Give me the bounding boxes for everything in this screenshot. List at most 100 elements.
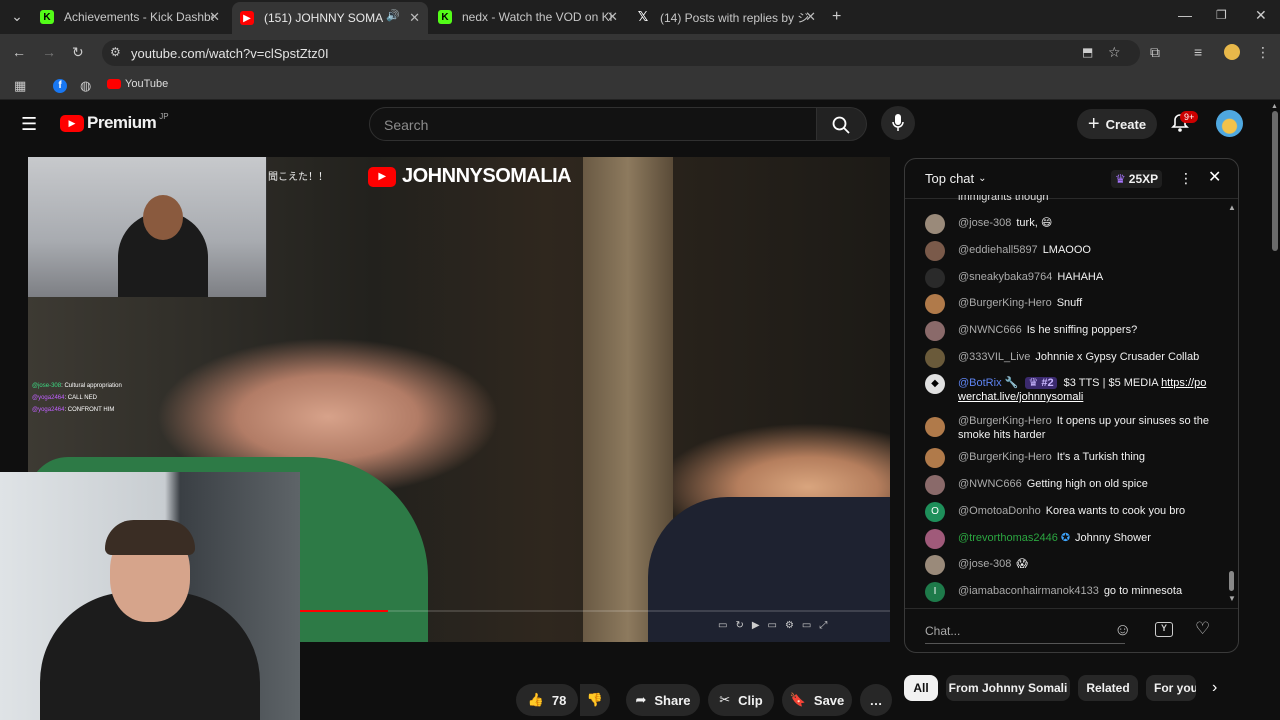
clip-button[interactable]: ✂ Clip [708,684,774,716]
microphone-icon [892,114,904,131]
search-button[interactable] [817,107,867,141]
close-chat-icon[interactable]: ✕ [1208,170,1221,186]
forward-icon[interactable]: → [42,45,56,59]
maximize-icon[interactable]: ❐ [1216,9,1227,21]
user-avatar[interactable] [925,448,945,468]
profile-avatar[interactable] [1224,44,1240,60]
minimize-icon[interactable]: — [1178,8,1192,22]
chat-mode-label: Top chat [925,171,975,186]
chip-related[interactable]: Related [1078,675,1138,701]
user-avatar[interactable]: I [925,582,945,602]
address-bar[interactable]: ⚙ youtube.com/watch?v=clSpstZtz0I ⬒ ☆ [102,40,1140,66]
window-close-icon[interactable]: ✕ [1255,8,1267,22]
tab-x-posts[interactable]: 𝕏 (14) Posts with replies by ジョニー ✕ [628,4,824,30]
youtube-play-icon: ▶ [60,114,84,132]
voice-search-button[interactable] [881,106,915,140]
site-info-icon[interactable]: ⚙ [110,46,121,58]
notifications-button[interactable]: 9+ [1170,111,1199,135]
browser-menu-icon[interactable]: ⋮ [1256,45,1270,59]
emoji-icon[interactable]: ☺ [1114,621,1131,638]
xp-badge[interactable]: ♛ 25XP [1111,170,1163,188]
user-avatar[interactable] [925,417,945,437]
user-avatar[interactable] [925,555,945,575]
create-button[interactable]: + Create [1077,109,1157,139]
scroll-down-icon[interactable]: ▼ [1228,594,1236,603]
x-icon: 𝕏 [637,9,649,24]
youtube-logo[interactable]: ▶ Premium JP [60,112,169,133]
create-label: Create [1105,116,1147,132]
user-avatar[interactable] [925,321,945,341]
account-avatar[interactable] [1216,110,1243,137]
user-avatar[interactable]: O [925,502,945,522]
player-controls[interactable]: ▭↻▶▭⚙▭⤢ [718,620,835,631]
kick-icon: K [40,10,54,24]
thumbs-up-icon: 👍 [527,692,544,707]
streamer-webcam [28,157,267,297]
more-actions-button[interactable]: … [860,684,892,716]
xp-label: 25XP [1128,172,1159,186]
page-scroll-thumb[interactable] [1272,111,1278,251]
member-badge-icon: ✪ [1060,532,1071,544]
back-icon[interactable]: ← [12,45,26,59]
install-icon[interactable]: ⬒ [1082,46,1093,58]
user-avatar[interactable] [925,348,945,368]
hamburger-menu-icon[interactable]: ☰ [21,115,37,133]
overlay-chat: @jose-308: Cultural appropriation @yoga2… [32,380,122,416]
close-icon[interactable]: ✕ [209,9,220,25]
dislike-button[interactable]: 👎 [580,684,610,716]
close-icon[interactable]: ✕ [409,10,420,26]
user-avatar[interactable] [925,214,945,234]
user-avatar[interactable] [925,475,945,495]
search-input[interactable]: Search [369,107,817,141]
bot-author[interactable]: @BotRix [958,377,1002,389]
bookmark-star-icon[interactable]: ☆ [1108,45,1121,59]
user-avatar[interactable] [925,241,945,261]
page-scrollbar[interactable]: ▲ [1270,101,1280,720]
globe-icon[interactable]: ◍ [80,79,91,92]
tab-kick-vod[interactable]: K nedx - Watch the VOD on Kick ✕ [430,4,626,30]
save-button[interactable]: 🔖 Save [782,684,852,716]
user-avatar[interactable] [925,268,945,288]
tab-search-icon[interactable]: ⌄ [10,9,24,23]
chat-mode-dropdown[interactable]: Top chat ⌄ [925,171,987,186]
close-icon[interactable]: ✕ [805,9,816,25]
chat-input[interactable]: Chat... [925,616,1125,644]
scroll-up-icon[interactable]: ▲ [1271,103,1278,110]
tab-kick-dashboard[interactable]: K Achievements - Kick Dashboard ✕ [32,4,228,30]
channel-watermark: ▶ JOHNNYSOMALIA [368,165,572,188]
chip-from-channel[interactable]: From Johnny Somali [946,675,1070,701]
reload-icon[interactable]: ↻ [72,45,84,59]
chevron-right-icon[interactable]: › [1212,680,1217,696]
channel-watermark-text: JOHNNYSOMALIA [402,165,572,187]
chat-scrollbar[interactable]: ▲ ▼ [1228,203,1236,603]
scroll-up-icon[interactable]: ▲ [1228,203,1236,212]
share-button[interactable]: ➦ Share [626,684,700,716]
heart-icon[interactable]: ♡ [1195,620,1210,637]
user-avatar[interactable] [925,294,945,314]
super-chat-icon[interactable]: Y [1155,622,1173,637]
speaker-icon[interactable]: 🔊 [386,11,400,22]
like-count: 78 [551,692,567,708]
viewer-webcam [0,472,300,720]
close-icon[interactable]: ✕ [607,9,618,25]
new-tab-icon[interactable]: + [832,9,841,25]
scissors-icon: ✂ [719,692,731,707]
media-control-icon[interactable]: ≡ [1194,45,1202,59]
bookmark-youtube[interactable]: YouTube [125,78,168,90]
chip-for-you[interactable]: For you [1146,675,1196,701]
streamer-figure [143,195,183,240]
apps-grid-icon[interactable]: ▦ [14,79,26,92]
tab-strip: ⌄ K Achievements - Kick Dashboard ✕ ▶ (1… [0,0,1280,34]
facebook-icon[interactable]: f [53,79,67,93]
user-avatar[interactable] [925,529,945,549]
bot-avatar[interactable]: ◆ [925,374,945,394]
chip-all[interactable]: All [904,675,938,701]
chat-more-icon[interactable]: ⋮ [1179,171,1193,185]
chat-header: Top chat ⌄ ♛ 25XP ⋮ ✕ [905,159,1238,199]
like-button[interactable]: 👍 78 [516,684,578,716]
chat-scroll-thumb[interactable] [1229,571,1234,591]
tab-youtube-video[interactable]: ▶ (151) JOHNNY SOMALI LIVE 🔊 ✕ [232,2,428,34]
clip-label: Clip [738,692,763,708]
jp-overlay-text: 聞こえた！！ [268,172,328,183]
extensions-icon[interactable]: ⧉ [1150,45,1160,59]
